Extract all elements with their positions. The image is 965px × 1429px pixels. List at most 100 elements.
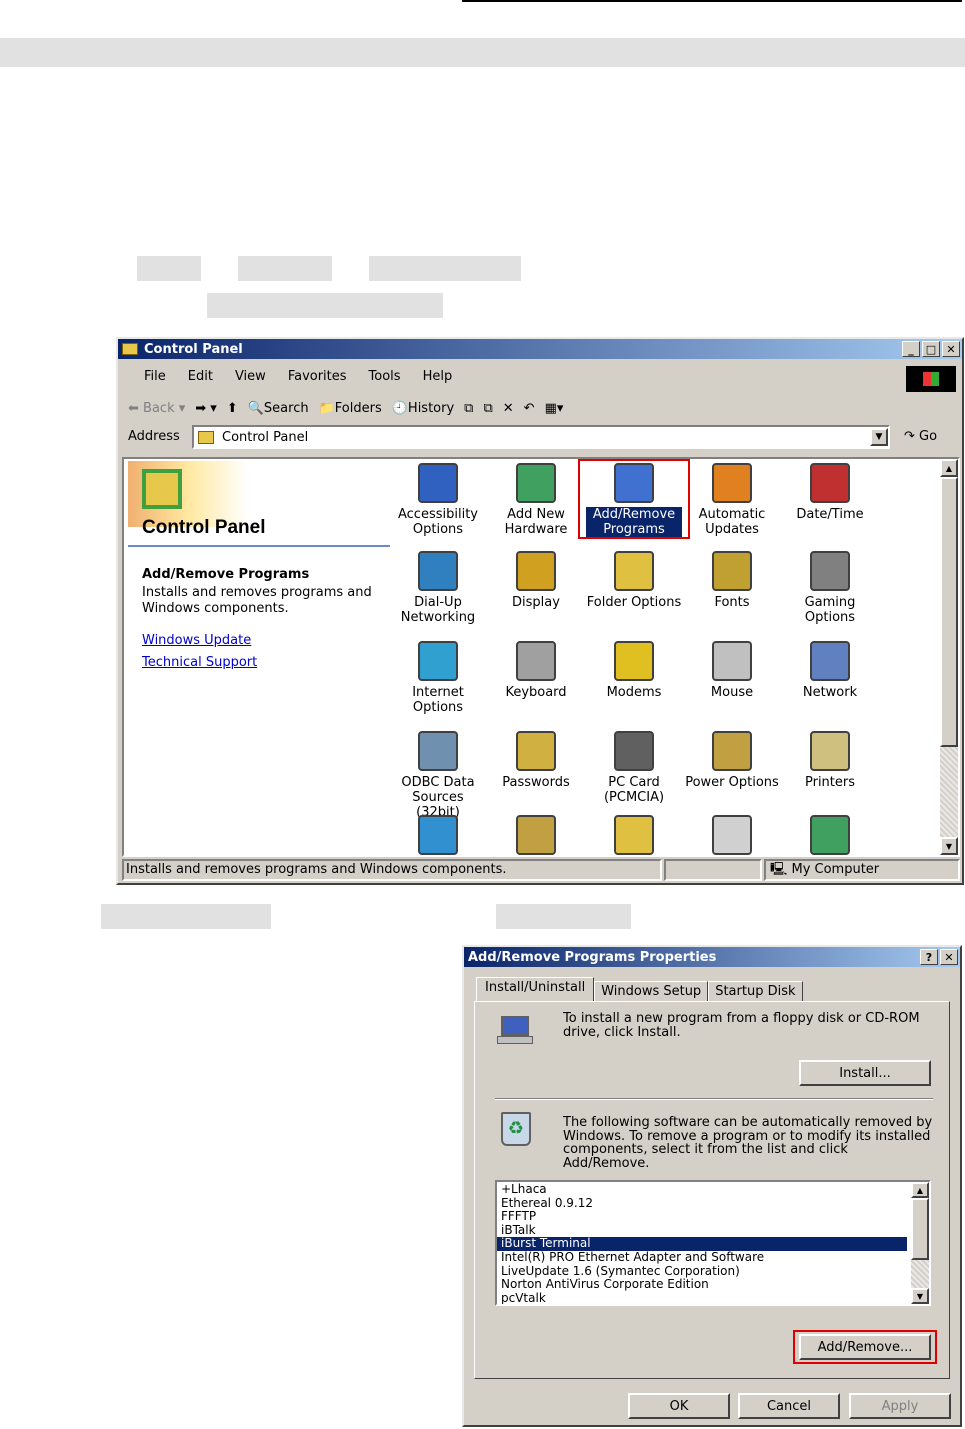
cp-icon-label-line1: Accessibility — [398, 507, 478, 522]
program-list-item[interactable]: iBurst Terminal — [497, 1237, 907, 1251]
cp-icon-label: ODBC Data Sources (32bit) — [390, 775, 486, 820]
cp-icon-3[interactable]: Automatic Updates — [684, 463, 780, 537]
folders-button[interactable]: 📁Folders — [319, 401, 382, 416]
cp-icon-partial-0[interactable] — [418, 815, 458, 855]
cp-icon-label-line1: Modems — [606, 685, 662, 700]
cp-icon-4[interactable]: Date/Time — [782, 463, 878, 522]
tab-startup-disk[interactable]: Startup Disk — [708, 981, 803, 1001]
go-label: Go — [919, 429, 938, 444]
status-text: Installs and removes programs and Window… — [122, 859, 662, 881]
cp-icon-partial-3[interactable] — [712, 815, 752, 855]
cp-icon-0[interactable]: Accessibility Options — [390, 463, 486, 537]
cp-icon-1[interactable]: Add New Hardware — [488, 463, 584, 537]
cp-icon-label: PC Card (PCMCIA) — [586, 775, 682, 805]
dialog-title-bar: Add/Remove Programs Properties ? ✕ — [464, 947, 960, 967]
info-description: Installs and removes programs and Window… — [142, 585, 372, 616]
cp-icon-8[interactable]: Fonts — [684, 551, 780, 610]
up-folder-icon[interactable]: ⬆ — [227, 401, 238, 416]
cp-icon-label: Accessibility Options — [390, 507, 486, 537]
program-list-item[interactable]: +Lhaca — [497, 1182, 907, 1197]
list-scroll-up-icon[interactable]: ▲ — [911, 1182, 929, 1198]
cp-icon-6[interactable]: Display — [488, 551, 584, 610]
program-list-item[interactable]: Ethereal 0.9.12 — [497, 1196, 907, 1211]
forward-button[interactable]: ➡ ▾ — [195, 401, 217, 416]
cp-icon-9[interactable]: Gaming Options — [782, 551, 878, 625]
minimize-icon[interactable]: _ — [902, 341, 920, 357]
cp-icon-19[interactable]: Printers — [782, 731, 878, 790]
cp-icon-partial-2[interactable] — [614, 815, 654, 855]
back-button[interactable]: ⬅ Back ▾ — [128, 401, 185, 416]
move-to-icon[interactable]: ⧉ — [464, 401, 473, 416]
section-divider — [495, 1098, 933, 1100]
technical-support-link[interactable]: Technical Support — [142, 655, 257, 670]
go-button[interactable]: ↷ Go — [904, 427, 954, 447]
cp-icon-label-line1: Printers — [804, 775, 856, 790]
cp-icon-13[interactable]: Mouse — [684, 641, 780, 700]
tab-strip: Install/Uninstall Windows Setup Startup … — [476, 977, 803, 1001]
cp-icon-label: Date/Time — [782, 507, 878, 522]
program-list[interactable]: +Lhaca Ethereal 0.9.12 FFFTP iBTalk iBurst T… — [495, 1180, 931, 1306]
ok-button[interactable]: OK — [628, 1393, 730, 1419]
help-icon[interactable]: ? — [920, 949, 938, 965]
maximize-icon[interactable]: □ — [922, 341, 940, 357]
views-icon[interactable]: ▦▾ — [545, 401, 564, 416]
program-list-item[interactable]: FFFTP — [497, 1210, 907, 1224]
install-button[interactable]: Install... — [799, 1060, 931, 1086]
address-input[interactable]: Control Panel ▼ — [192, 425, 890, 449]
program-list-item[interactable]: Intel(R) PRO Ethernet Adapter and Softwa… — [497, 1250, 907, 1265]
cp-icon-14[interactable]: Network — [782, 641, 878, 700]
program-list-item[interactable]: iBTalk — [497, 1223, 907, 1238]
cp-icon-label-line2: Options — [804, 610, 856, 625]
cp-icon-image-6 — [516, 551, 556, 591]
cp-icon-image-11 — [516, 641, 556, 681]
addremove-button[interactable]: Add/Remove... — [799, 1334, 931, 1360]
menu-view[interactable]: View — [235, 369, 266, 389]
cp-icon-10[interactable]: Internet Options — [390, 641, 486, 715]
search-button[interactable]: 🔍Search — [248, 401, 309, 416]
menu-edit[interactable]: Edit — [188, 369, 213, 389]
address-dropdown-icon[interactable]: ▼ — [870, 428, 888, 446]
cp-icon-17[interactable]: PC Card (PCMCIA) — [586, 731, 682, 805]
cp-icon-label: Internet Options — [390, 685, 486, 715]
cp-icon-label-line1: Passwords — [502, 775, 570, 790]
cp-icon-15[interactable]: ODBC Data Sources (32bit) — [390, 731, 486, 820]
apply-button[interactable]: Apply — [849, 1393, 951, 1419]
recycle-icon: ♻ — [497, 1112, 537, 1152]
menu-tools[interactable]: Tools — [369, 369, 401, 389]
tab-windows-setup[interactable]: Windows Setup — [594, 981, 709, 1001]
program-list-item[interactable]: pcVtalk — [497, 1291, 907, 1304]
menu-file[interactable]: File — [144, 369, 166, 389]
cp-icon-partial-1[interactable] — [516, 815, 556, 855]
scroll-thumb[interactable] — [940, 477, 958, 747]
heading-divider — [128, 545, 390, 547]
tab-install-uninstall[interactable]: Install/Uninstall — [476, 977, 595, 1001]
cp-icon-12[interactable]: Modems — [586, 641, 682, 700]
cp-icon-7[interactable]: Folder Options — [586, 551, 682, 610]
cp-icon-partial-4[interactable] — [810, 815, 850, 855]
tab-panel: To install a new program from a floppy d… — [474, 1001, 950, 1379]
scroll-up-icon[interactable]: ▲ — [940, 459, 958, 477]
vertical-scrollbar[interactable]: ▲ ▼ — [940, 459, 958, 855]
program-list-item[interactable]: LiveUpdate 1.6 (Symantec Corporation) — [497, 1264, 907, 1279]
windows-update-link[interactable]: Windows Update — [142, 633, 251, 648]
program-list-item[interactable]: Norton AntiVirus Corporate Edition — [497, 1278, 907, 1292]
redacted-text — [238, 256, 332, 281]
menu-favorites[interactable]: Favorites — [288, 369, 347, 389]
close-icon[interactable]: ✕ — [942, 341, 960, 357]
cp-icon-16[interactable]: Passwords — [488, 731, 584, 790]
cp-icon-5[interactable]: Dial-Up Networking — [390, 551, 486, 625]
list-scrollbar[interactable]: ▲ ▼ — [911, 1182, 929, 1304]
history-button[interactable]: 🕘History — [392, 401, 454, 416]
cancel-button[interactable]: Cancel — [738, 1393, 840, 1419]
cp-icon-11[interactable]: Keyboard — [488, 641, 584, 700]
copy-to-icon[interactable]: ⧉ — [483, 401, 492, 416]
list-scroll-thumb[interactable] — [911, 1198, 929, 1260]
scroll-down-icon[interactable]: ▼ — [940, 837, 958, 855]
undo-icon[interactable]: ↶ — [524, 401, 535, 416]
cp-icon-18[interactable]: Power Options — [684, 731, 780, 790]
dialog-close-icon[interactable]: ✕ — [940, 949, 958, 965]
delete-icon[interactable]: ✕ — [503, 401, 514, 416]
list-scroll-down-icon[interactable]: ▼ — [911, 1288, 929, 1304]
menu-help[interactable]: Help — [423, 369, 453, 389]
cp-icon-image-0 — [418, 463, 458, 503]
